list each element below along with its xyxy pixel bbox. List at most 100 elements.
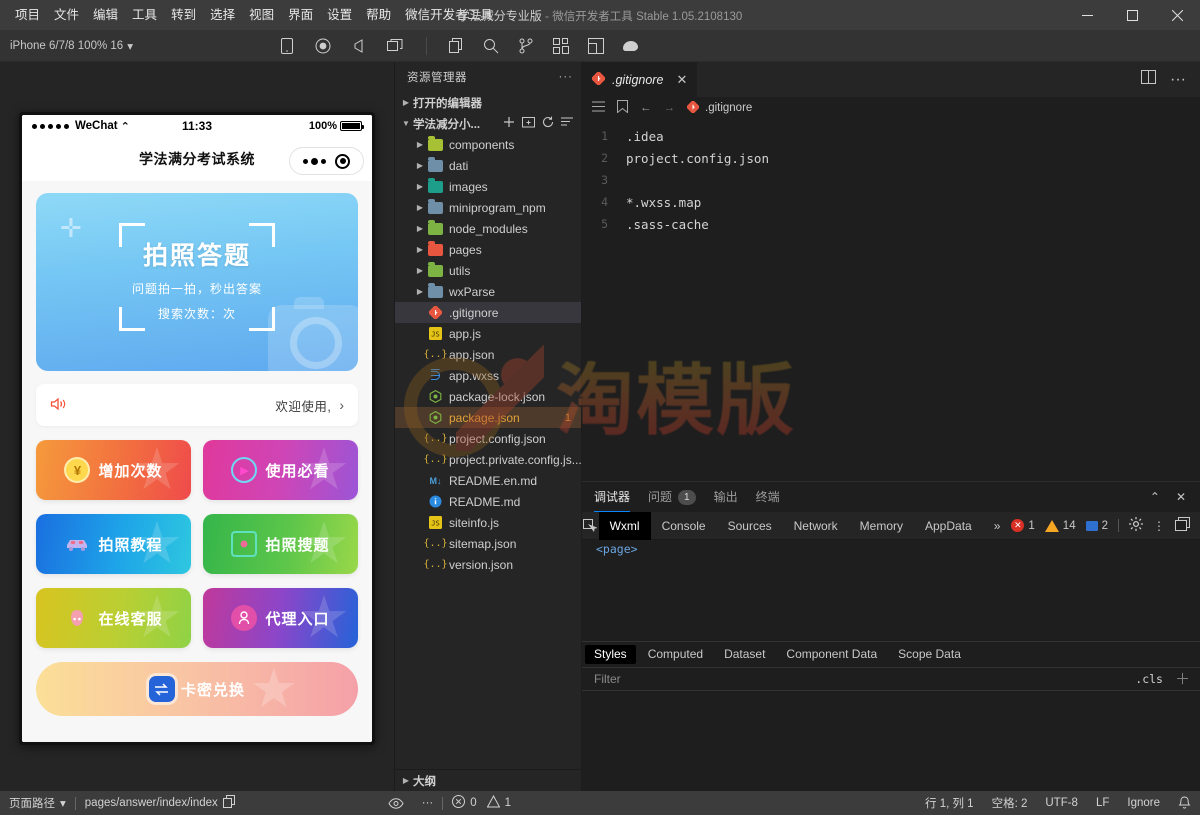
split-editor-icon[interactable]: [1141, 70, 1156, 89]
menu-item-devtools[interactable]: 微信开发者工具: [398, 4, 500, 26]
tree-file-package-json[interactable]: package.json 1: [395, 407, 581, 428]
refresh-icon[interactable]: [542, 116, 554, 131]
page-path-selector[interactable]: 页面路径 ▾: [0, 791, 75, 815]
inspect-element-icon[interactable]: [582, 519, 599, 533]
menu-item-interface[interactable]: 界面: [281, 4, 320, 26]
new-file-icon[interactable]: [503, 116, 515, 131]
tree-file-project-config[interactable]: {..} project.config.json: [395, 428, 581, 449]
search-icon[interactable]: [482, 37, 500, 55]
section-project-root[interactable]: ▼ 学法减分小...: [395, 113, 581, 134]
collapse-all-icon[interactable]: [561, 116, 574, 131]
tree-file-project-private-config[interactable]: {..} project.private.config.js...: [395, 449, 581, 470]
tree-folder[interactable]: ▶ miniprogram_npm: [395, 197, 581, 218]
warning-counter[interactable]: 14: [1045, 520, 1076, 532]
tree-folder[interactable]: ▶ utils: [395, 260, 581, 281]
close-icon[interactable]: ✕: [676, 72, 687, 88]
menu-item-select[interactable]: 选择: [203, 4, 242, 26]
extensions-icon[interactable]: [552, 37, 570, 55]
tree-file-readme[interactable]: README.md: [395, 491, 581, 512]
target-circle-icon[interactable]: [335, 154, 350, 169]
styles-tab-scope-data[interactable]: Scope Data: [889, 645, 970, 664]
window-split-icon[interactable]: [386, 37, 404, 55]
tree-file-version[interactable]: {..} version.json: [395, 554, 581, 575]
tree-file-app-js[interactable]: JS app.js: [395, 323, 581, 344]
ellipsis-icon[interactable]: ···: [559, 71, 574, 83]
tile-add-count[interactable]: ★ ¥ 增加次数: [36, 440, 191, 500]
menu-item-project[interactable]: 项目: [8, 4, 47, 26]
styles-tab-dataset[interactable]: Dataset: [715, 645, 774, 664]
tile-online-support[interactable]: ★ 在线客服: [36, 588, 191, 648]
eol-setting[interactable]: LF: [1087, 791, 1118, 815]
tree-file-siteinfo[interactable]: JS siteinfo.js: [395, 512, 581, 533]
breadcrumb-file[interactable]: .gitignore: [687, 101, 752, 116]
page-path-value-group[interactable]: pages/answer/index/index: [76, 791, 244, 815]
tab-terminal[interactable]: 终端: [756, 482, 780, 512]
devtools-tab-wxml[interactable]: Wxml: [599, 512, 651, 540]
menu-item-tools[interactable]: 工具: [125, 4, 164, 26]
tree-file-readme-en[interactable]: M↓ README.en.md: [395, 470, 581, 491]
chevron-up-icon[interactable]: ⌃: [1150, 490, 1160, 504]
tree-folder[interactable]: ▶ pages: [395, 239, 581, 260]
new-folder-icon[interactable]: [522, 116, 535, 131]
devtools-overflow-icon[interactable]: »: [983, 512, 1012, 540]
styles-tab-styles[interactable]: Styles: [585, 645, 636, 664]
chevron-right-icon[interactable]: ›: [339, 397, 344, 413]
section-outline[interactable]: ▶ 大纲: [395, 769, 581, 791]
tile-agent-entry[interactable]: ★ 代理入口: [203, 588, 358, 648]
gear-icon[interactable]: [1129, 517, 1143, 534]
status-more-button[interactable]: ···: [413, 791, 443, 815]
devtools-tab-console[interactable]: Console: [651, 512, 717, 540]
devtools-tab-appdata[interactable]: AppData: [914, 512, 983, 540]
menu-item-view[interactable]: 视图: [242, 4, 281, 26]
layout-icon[interactable]: [587, 37, 605, 55]
section-open-editors[interactable]: ▶ 打开的编辑器: [395, 92, 581, 113]
tree-file-package-lock[interactable]: package-lock.json: [395, 386, 581, 407]
bookmark-icon[interactable]: [617, 100, 628, 116]
editor-tab-gitignore[interactable]: .gitignore ✕: [582, 62, 698, 97]
code-editor[interactable]: 1 .idea 2 project.config.json 3 4 *.wxss…: [582, 119, 1200, 481]
more-dots-icon[interactable]: [303, 158, 326, 165]
preview-eye-button[interactable]: [379, 791, 413, 815]
menu-item-file[interactable]: 文件: [47, 4, 86, 26]
indentation-setting[interactable]: 空格: 2: [983, 791, 1037, 815]
git-branch-icon[interactable]: [517, 37, 535, 55]
notice-bar[interactable]: 欢迎使用, ›: [36, 384, 358, 426]
tree-folder[interactable]: ▶ wxParse: [395, 281, 581, 302]
device-selector[interactable]: iPhone 6/7/8 100% 16 ▾: [0, 39, 133, 53]
tab-output[interactable]: 输出: [714, 482, 738, 512]
cls-button[interactable]: .cls: [1135, 672, 1163, 686]
language-mode[interactable]: Ignore: [1118, 791, 1169, 815]
wxml-tree-view[interactable]: <page>: [582, 540, 1200, 641]
devtools-tab-sources[interactable]: Sources: [717, 512, 783, 540]
tree-folder[interactable]: ▶ components: [395, 134, 581, 155]
menu-item-edit[interactable]: 编辑: [86, 4, 125, 26]
encoding-setting[interactable]: UTF-8: [1036, 791, 1087, 815]
tree-folder[interactable]: ▶ node_modules: [395, 218, 581, 239]
cursor-position[interactable]: 行 1, 列 1: [916, 791, 983, 815]
styles-filter-input[interactable]: Filter: [594, 672, 621, 686]
tree-file-app-wxss[interactable]: ⋽ app.wxss: [395, 365, 581, 386]
menu-item-settings[interactable]: 设置: [320, 4, 359, 26]
close-icon[interactable]: ✕: [1176, 490, 1186, 504]
tree-file-sitemap[interactable]: {..} sitemap.json: [395, 533, 581, 554]
tile-photo-tutorial[interactable]: ★ 拍照教程: [36, 514, 191, 574]
tab-problems[interactable]: 问题 1: [648, 482, 696, 512]
tile-must-read[interactable]: ★ ▶ 使用必看: [203, 440, 358, 500]
arrow-left-icon[interactable]: ←: [640, 102, 652, 114]
wechat-capsule[interactable]: [289, 147, 364, 175]
list-icon[interactable]: [592, 101, 605, 115]
more-actions-icon[interactable]: ···: [1170, 71, 1186, 89]
maximize-button[interactable]: [1110, 0, 1155, 30]
error-counter[interactable]: ✕ 1: [1011, 519, 1034, 532]
tile-card-redeem[interactable]: ★ 卡密兑换: [36, 662, 358, 716]
copy-files-icon[interactable]: [447, 37, 465, 55]
tab-debugger[interactable]: 调试器: [594, 482, 630, 512]
info-counter[interactable]: 2: [1086, 520, 1108, 532]
problems-status[interactable]: 0 1: [443, 791, 520, 815]
phone-icon[interactable]: [278, 37, 296, 55]
tree-file-gitignore[interactable]: .gitignore: [395, 302, 581, 323]
kebab-menu-icon[interactable]: ⋮: [1153, 519, 1165, 533]
arrow-right-icon[interactable]: →: [664, 102, 676, 114]
dock-icon[interactable]: [1175, 517, 1190, 534]
tree-folder[interactable]: ▶ dati: [395, 155, 581, 176]
